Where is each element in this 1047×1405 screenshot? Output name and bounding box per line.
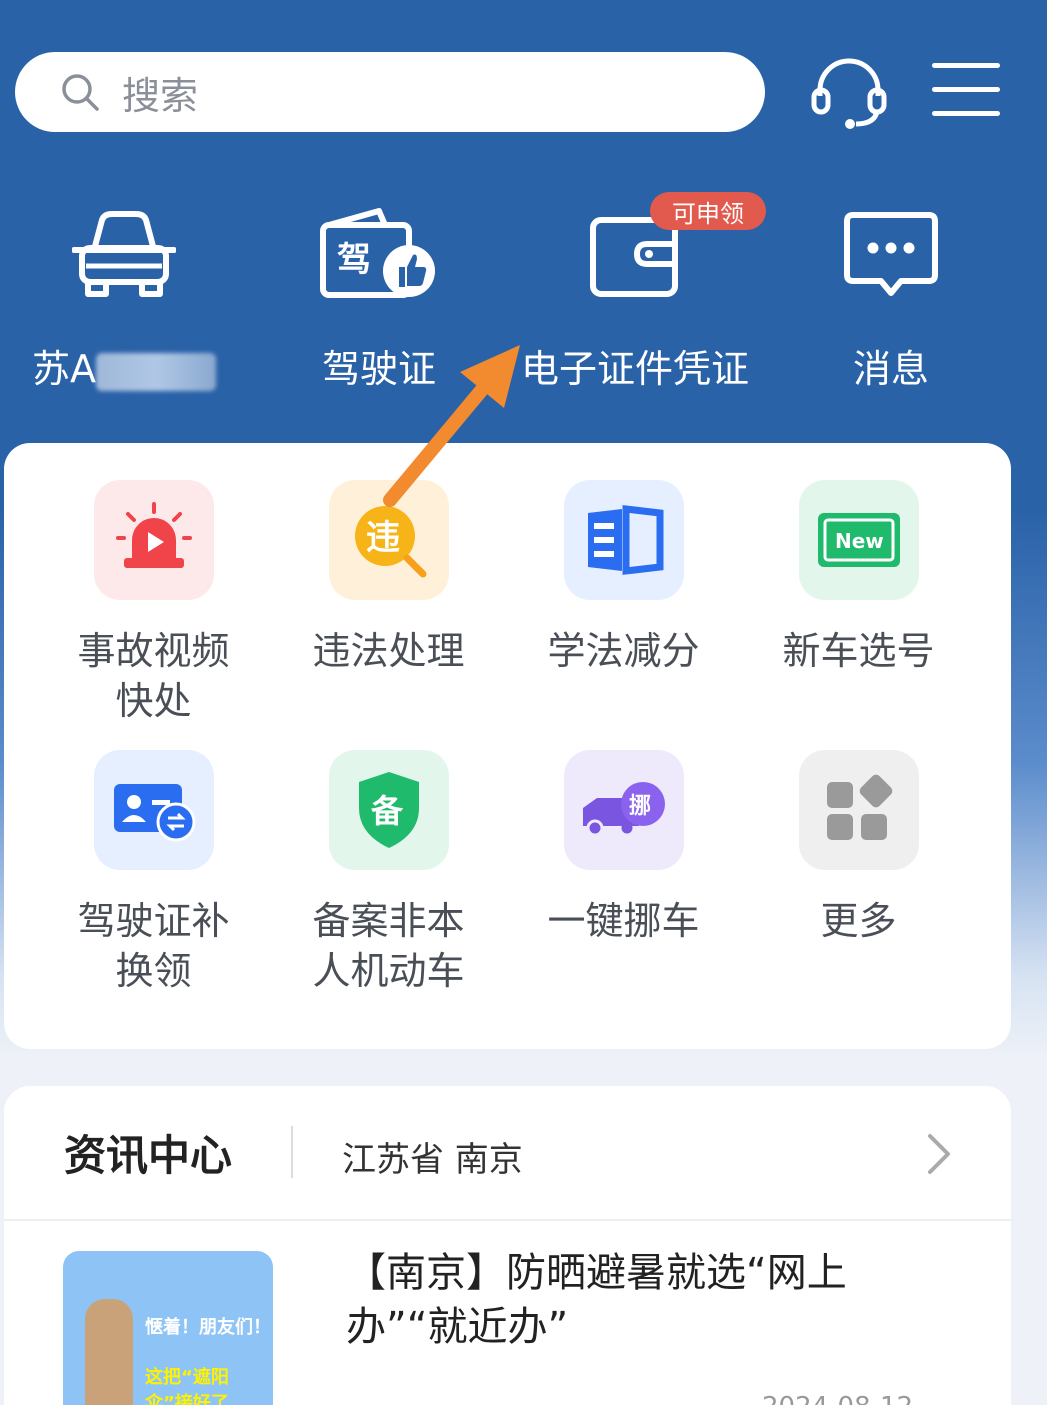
- customer-service-icon[interactable]: [810, 56, 888, 130]
- service-label: 备案非本人机动车: [312, 899, 465, 993]
- move-car-icon: 挪: [582, 782, 665, 837]
- news-thumbnail[interactable]: 惬着！朋友们！ 这把“遮阳伞”接好了: [63, 1251, 273, 1405]
- service-label: 学法减分: [547, 629, 700, 673]
- quick-label-messages: 消息: [852, 347, 929, 391]
- alarm-video-icon: [115, 502, 192, 568]
- service-license-renew[interactable]: 驾驶证补换领: [36, 750, 271, 996]
- service-label: 事故视频快处: [77, 629, 230, 723]
- service-violation[interactable]: 违 违法处理: [271, 480, 506, 676]
- news-date: 2024-08-12: [762, 1392, 913, 1405]
- license-renew-icon: [113, 784, 195, 842]
- thumb-text: 这把“遮阳伞”接好了: [145, 1367, 229, 1405]
- news-card: 资讯中心 江苏省 南京 惬着！朋友们！ 这把“遮阳伞”接好了 【南京】防晒避暑就…: [4, 1086, 1011, 1405]
- cat-image: [85, 1299, 133, 1405]
- quick-action-e-certificate[interactable]: 电子证件凭证: [515, 200, 755, 400]
- service-study-law[interactable]: 学法减分: [506, 480, 741, 676]
- region-selector[interactable]: 江苏省 南京: [342, 1132, 523, 1181]
- shield-register-icon: 备: [358, 772, 419, 848]
- service-new-plate[interactable]: New 新车选号: [741, 480, 976, 676]
- service-move-car[interactable]: 挪 一键挪车: [506, 750, 741, 946]
- service-accident-video[interactable]: 事故视频快处: [36, 480, 271, 726]
- search-placeholder: 搜索: [122, 73, 199, 118]
- quick-action-vehicle[interactable]: 苏A: [4, 200, 244, 400]
- car-icon: [72, 211, 176, 297]
- driver-license-icon: 驾: [320, 208, 435, 298]
- book-icon: [587, 505, 663, 575]
- service-label: 新车选号: [782, 629, 935, 673]
- svg-text:备: 备: [371, 792, 404, 830]
- thumb-text: 惬着！朋友们！: [145, 1317, 271, 1338]
- new-plate-icon: New: [817, 513, 900, 567]
- news-center-title: 资讯中心: [64, 1131, 233, 1180]
- service-more[interactable]: 更多: [741, 750, 976, 946]
- services-card: 事故视频快处 违 违法处理 学法减分 New 新车选号 驾驶证补换领 备 备案非…: [4, 443, 1011, 1049]
- search-bar[interactable]: 搜索: [15, 52, 765, 132]
- message-icon: [844, 212, 938, 296]
- service-label: 驾驶证补换领: [77, 899, 230, 993]
- plate-redaction: [96, 352, 216, 391]
- search-icon: [62, 74, 99, 111]
- service-label: 更多: [820, 899, 897, 943]
- svg-text:驾: 驾: [337, 240, 371, 280]
- service-label: 违法处理: [312, 629, 465, 673]
- chevron-right-icon[interactable]: [924, 1132, 954, 1176]
- quick-action-license[interactable]: 驾 驾驶证: [259, 200, 499, 400]
- divider: [4, 1219, 1011, 1221]
- svg-text:挪: 挪: [629, 794, 651, 819]
- more-grid-icon: [826, 774, 892, 840]
- apply-badge: 可申领: [650, 192, 766, 230]
- news-headline[interactable]: 【南京】防晒避暑就选“网上办”“就近办”: [346, 1246, 926, 1354]
- divider: [291, 1126, 293, 1178]
- quick-label-e-certificate: 电子证件凭证: [520, 347, 749, 391]
- menu-icon[interactable]: [932, 63, 1000, 117]
- quick-action-messages[interactable]: 消息: [771, 200, 1011, 400]
- violation-icon: 违: [354, 506, 426, 578]
- plate-number: 苏A: [32, 347, 96, 391]
- service-label: 一键挪车: [547, 899, 700, 943]
- svg-text:违: 违: [366, 518, 400, 558]
- quick-label-license: 驾驶证: [321, 347, 436, 391]
- svg-text:New: New: [835, 529, 884, 553]
- service-register-vehicle[interactable]: 备 备案非本人机动车: [271, 750, 506, 996]
